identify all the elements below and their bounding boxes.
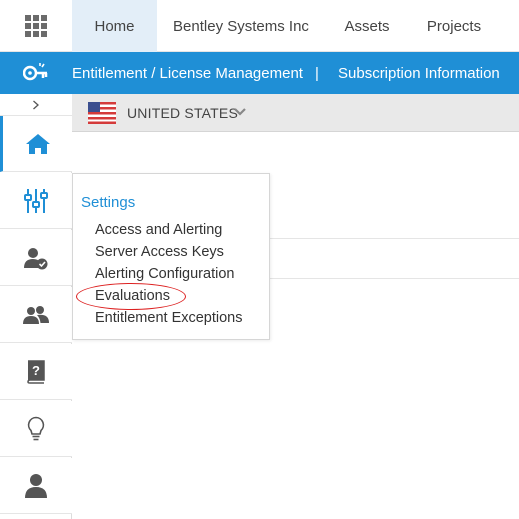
sub-nav-bar: Entitlement / License Management | Subsc… (0, 52, 519, 94)
sidebar-item-profile[interactable] (0, 458, 72, 514)
sidebar-item-home[interactable] (0, 116, 72, 172)
tab-projects[interactable]: Projects (412, 0, 496, 52)
svg-text:?: ? (32, 363, 40, 378)
sidebar-item-users[interactable] (0, 287, 72, 343)
sidebar-item-user-check[interactable] (0, 230, 72, 286)
menu-item-alerting-configuration[interactable]: Alerting Configuration (95, 266, 234, 282)
sidebar-item-ideas[interactable] (0, 401, 72, 457)
license-button[interactable] (0, 52, 72, 94)
apps-button[interactable] (0, 0, 72, 52)
country-label: UNITED STATES (127, 105, 238, 121)
key-icon (23, 63, 48, 81)
chevron-down-icon (234, 108, 246, 116)
top-nav: Home Bentley Systems Inc Assets Projects (0, 0, 519, 52)
user-check-icon (24, 247, 48, 269)
sidebar-item-help[interactable]: ? (0, 344, 72, 400)
home-icon (25, 133, 50, 154)
country-selector[interactable]: UNITED STATES (72, 94, 519, 132)
nav-separator: | (315, 64, 319, 82)
chevron-right-icon (33, 100, 39, 109)
us-flag-icon (88, 102, 116, 124)
sidebar: ? (0, 94, 72, 519)
settings-menu: Settings Access and Alerting Server Acce… (72, 173, 270, 340)
tab-assets[interactable]: Assets (330, 0, 404, 52)
menu-item-access-alerting[interactable]: Access and Alerting (95, 222, 222, 238)
lightbulb-icon (27, 416, 45, 440)
user-icon (25, 473, 47, 498)
subscription-link[interactable]: Subscription Information (338, 52, 500, 94)
settings-menu-title: Settings (81, 194, 136, 211)
help-book-icon: ? (27, 359, 45, 384)
sidebar-toggle[interactable] (0, 94, 72, 116)
tab-bentley-systems[interactable]: Bentley Systems Inc (160, 0, 322, 52)
users-icon (23, 305, 49, 324)
sidebar-item-settings[interactable] (0, 173, 72, 229)
menu-item-entitlement-exceptions[interactable]: Entitlement Exceptions (95, 310, 243, 326)
tab-home[interactable]: Home (72, 0, 157, 52)
menu-item-server-access-keys[interactable]: Server Access Keys (95, 244, 224, 260)
entitlement-link[interactable]: Entitlement / License Management (72, 52, 303, 94)
grid-icon (25, 15, 47, 37)
sliders-icon (24, 188, 48, 213)
menu-item-evaluations[interactable]: Evaluations (95, 288, 170, 304)
